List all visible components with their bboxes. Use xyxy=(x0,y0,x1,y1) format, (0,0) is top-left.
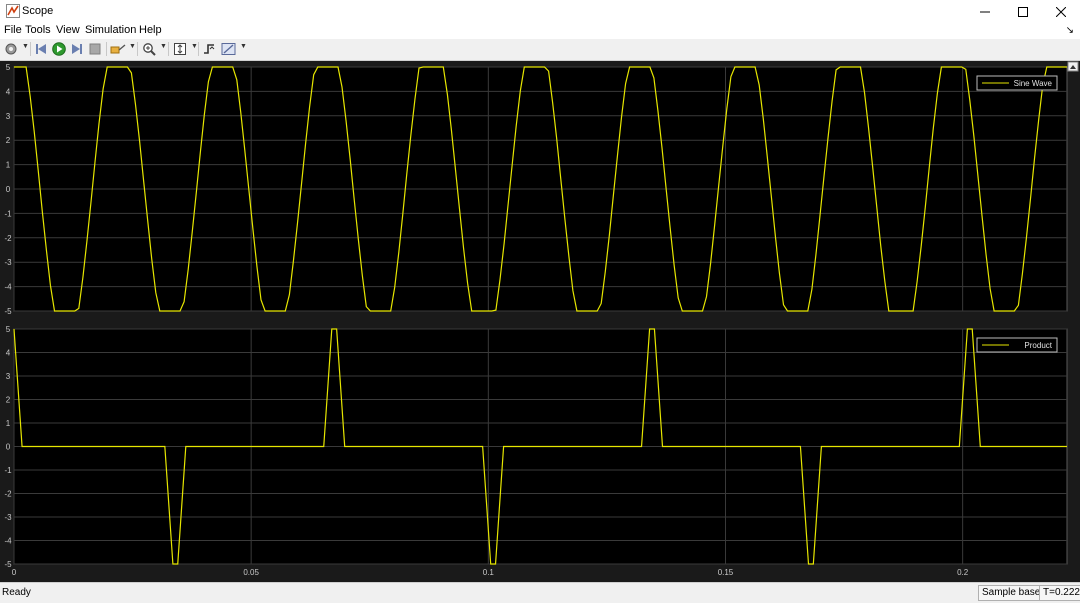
scope-display: 5 4 3 2 1 0 -1 -2 -3 -4 -5 Sine Wave 5 4 3 2 1 0 -1 -2 -3 -… xyxy=(0,61,1080,582)
x-tick-label: 0.2 xyxy=(957,568,969,577)
x-tick-labels: 0 0.05 0.1 0.15 0.2 xyxy=(12,568,969,577)
y-tick-label: 2 xyxy=(6,136,11,145)
zoom-in-icon xyxy=(143,43,156,56)
highlight-dropdown-icon[interactable]: ▼ xyxy=(129,43,136,50)
run-button[interactable] xyxy=(51,41,67,57)
y-tick-label: 4 xyxy=(6,87,11,96)
y-tick-label: 5 xyxy=(6,63,11,72)
measurements-button[interactable] xyxy=(221,41,237,57)
x-tick-label: 0.15 xyxy=(718,568,734,577)
y-tick-label: -1 xyxy=(4,209,12,218)
menu-view[interactable]: View xyxy=(56,24,80,36)
y-tick-label: 5 xyxy=(6,325,11,334)
y-tick-label: -4 xyxy=(4,537,12,546)
highlight-button[interactable] xyxy=(110,41,126,57)
title-bar: Scope xyxy=(0,0,1080,23)
y-tick-label: -3 xyxy=(4,513,12,522)
toolbar-separator xyxy=(106,42,107,56)
y-tick-labels: 5 4 3 2 1 0 -1 -2 -3 -4 -5 xyxy=(4,63,12,316)
scale-axes-button[interactable] xyxy=(172,41,188,57)
legend[interactable]: Product xyxy=(976,337,1058,353)
toolbar: ▼ ▼ ▼ ▼ ▼ xyxy=(0,39,1080,61)
y-tick-label: -3 xyxy=(4,258,12,267)
trigger-icon xyxy=(204,44,215,54)
minimize-button[interactable] xyxy=(966,0,1004,23)
toolbar-separator xyxy=(30,42,31,56)
dock-arrow-icon[interactable]: ↘ xyxy=(1066,25,1074,36)
gear-icon xyxy=(5,43,17,55)
minimize-icon xyxy=(980,11,990,12)
y-tick-label: 0 xyxy=(6,185,11,194)
axes-sine-wave: 5 4 3 2 1 0 -1 -2 -3 -4 -5 Sine Wave xyxy=(4,63,1068,316)
scale-dropdown-icon[interactable]: ▼ xyxy=(191,43,198,50)
undock-button[interactable] xyxy=(1067,61,1079,72)
settings-dropdown-icon[interactable]: ▼ xyxy=(22,43,29,50)
highlight-signal-icon xyxy=(110,44,126,54)
status-bar: Ready Sample based T=0.222 xyxy=(0,582,1080,603)
y-tick-label: 0 xyxy=(6,443,11,452)
legend[interactable]: Sine Wave xyxy=(976,75,1058,91)
x-tick-label: 0 xyxy=(12,568,17,577)
measurement-icon xyxy=(221,43,236,55)
maximize-button[interactable] xyxy=(1004,0,1042,23)
legend-label: Product xyxy=(1024,341,1052,350)
measurements-dropdown-icon[interactable]: ▼ xyxy=(240,43,247,50)
step-forward-button[interactable] xyxy=(69,41,85,57)
step-back-button[interactable] xyxy=(33,41,49,57)
menu-bar: File Tools View Simulation Help ↘ xyxy=(0,23,1080,39)
stop-button[interactable] xyxy=(87,41,103,57)
menu-simulation[interactable]: Simulation xyxy=(85,24,136,36)
y-tick-label: -1 xyxy=(4,466,12,475)
y-tick-label: -2 xyxy=(4,234,12,243)
y-tick-label: 4 xyxy=(6,349,11,358)
menu-file[interactable]: File xyxy=(4,24,22,36)
scale-axes-icon xyxy=(174,43,186,55)
menu-tools[interactable]: Tools xyxy=(25,24,51,36)
window-title: Scope xyxy=(22,5,54,17)
close-button[interactable] xyxy=(1042,0,1080,23)
y-tick-label: -2 xyxy=(4,490,12,499)
maximize-icon xyxy=(1018,6,1028,17)
legend-label: Sine Wave xyxy=(1014,79,1053,88)
y-tick-label: -4 xyxy=(4,283,12,292)
y-tick-label: 1 xyxy=(6,161,11,170)
y-tick-label: -5 xyxy=(4,307,12,316)
y-tick-label: 3 xyxy=(6,112,11,121)
settings-button[interactable] xyxy=(3,41,19,57)
matlab-scope-icon xyxy=(6,4,20,18)
triggers-button[interactable] xyxy=(201,41,217,57)
toolbar-separator xyxy=(137,42,138,56)
toolbar-separator xyxy=(198,42,199,56)
zoom-button[interactable] xyxy=(141,41,157,57)
menu-help[interactable]: Help xyxy=(139,24,162,36)
stop-icon xyxy=(89,43,101,55)
step-forward-icon xyxy=(72,44,82,54)
status-ready-text: Ready xyxy=(2,587,31,598)
toolbar-separator xyxy=(168,42,169,56)
status-simulation-time: T=0.222 xyxy=(1039,585,1080,601)
y-tick-label: 1 xyxy=(6,419,11,428)
y-tick-label: 3 xyxy=(6,372,11,381)
scope-plots: 5 4 3 2 1 0 -1 -2 -3 -4 -5 Sine Wave 5 4 3 2 1 0 -1 -2 -3 -… xyxy=(4,61,1079,577)
x-tick-label: 0.1 xyxy=(483,568,495,577)
y-tick-label: 2 xyxy=(6,396,11,405)
step-back-icon xyxy=(36,44,46,54)
x-tick-label: 0.05 xyxy=(243,568,259,577)
close-icon xyxy=(1056,6,1066,17)
play-icon xyxy=(52,42,66,56)
y-tick-labels: 543210-1-2-3-4-5 xyxy=(4,325,12,569)
zoom-dropdown-icon[interactable]: ▼ xyxy=(160,43,167,50)
axes-product: 543210-1-2-3-4-5 0 0.05 0.1 0.15 0.2 Product xyxy=(4,325,1068,577)
